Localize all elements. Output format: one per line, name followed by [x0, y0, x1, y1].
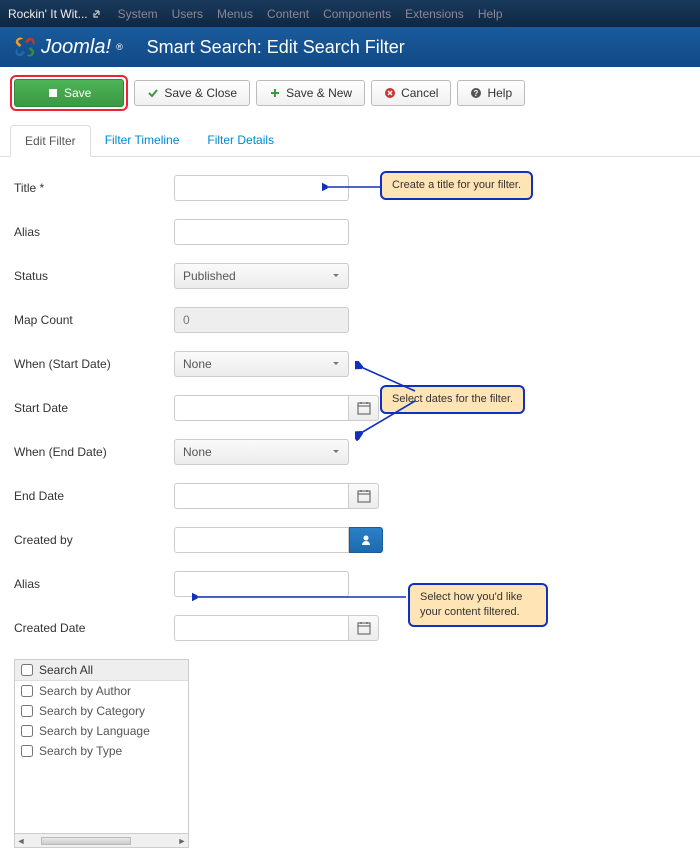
- tab-filter-timeline[interactable]: Filter Timeline: [91, 125, 194, 156]
- user-icon: [359, 533, 373, 547]
- save-button[interactable]: Save: [14, 79, 124, 107]
- menu-components[interactable]: Components: [323, 7, 391, 21]
- calendar-icon: [357, 621, 371, 635]
- filter-tree[interactable]: Search All Search by Author Search by Ca…: [14, 659, 189, 848]
- when-start-select[interactable]: None: [174, 351, 349, 377]
- language-checkbox[interactable]: [21, 725, 33, 737]
- select-user-button[interactable]: [349, 527, 383, 553]
- filter-by-language[interactable]: Search by Language: [15, 721, 188, 741]
- title-label: Title *: [14, 181, 174, 195]
- svg-text:?: ?: [474, 89, 479, 98]
- created-by-label: Created by: [14, 533, 174, 547]
- save-new-button[interactable]: Save & New: [256, 80, 365, 106]
- site-name[interactable]: Rockin' It Wit...: [8, 7, 104, 21]
- alias-label: Alias: [14, 225, 174, 239]
- start-date-label: Start Date: [14, 401, 174, 415]
- start-date-input[interactable]: [174, 395, 349, 421]
- joomla-logo-icon: [14, 36, 36, 58]
- chevron-down-icon: [332, 360, 340, 368]
- callout-title: Create a title for your filter.: [380, 171, 533, 200]
- page-title: Smart Search: Edit Search Filter: [147, 37, 405, 58]
- save-close-button[interactable]: Save & Close: [134, 80, 250, 106]
- plus-icon: [269, 87, 281, 99]
- created-by-input: [174, 527, 349, 553]
- help-button[interactable]: ? Help: [457, 80, 525, 106]
- edit-filter-form: Title * Alias Status Published Map Count…: [0, 157, 700, 858]
- map-count-input: [174, 307, 349, 333]
- content: Title * Alias Status Published Map Count…: [0, 157, 700, 858]
- cancel-button[interactable]: Cancel: [371, 80, 451, 106]
- tab-edit-filter[interactable]: Edit Filter: [10, 125, 91, 157]
- created-date-label: Created Date: [14, 621, 174, 635]
- created-date-input[interactable]: [174, 615, 349, 641]
- admin-topbar: Rockin' It Wit... System Users Menus Con…: [0, 0, 700, 27]
- page-header: Joomla!® Smart Search: Edit Search Filte…: [0, 27, 700, 67]
- chevron-down-icon: [332, 272, 340, 280]
- menu-help[interactable]: Help: [478, 7, 503, 21]
- menu-system[interactable]: System: [118, 7, 158, 21]
- menu-extensions[interactable]: Extensions: [405, 7, 464, 21]
- alias2-label: Alias: [14, 577, 174, 591]
- when-start-label: When (Start Date): [14, 357, 174, 371]
- filter-search-all[interactable]: Search All: [15, 660, 188, 681]
- external-link-icon: [92, 8, 104, 20]
- menu-menus[interactable]: Menus: [217, 7, 253, 21]
- logo-text: Joomla!: [41, 36, 111, 59]
- map-count-label: Map Count: [14, 313, 174, 327]
- calendar-icon: [357, 489, 371, 503]
- chevron-down-icon: [332, 448, 340, 456]
- status-select[interactable]: Published: [174, 263, 349, 289]
- help-icon: ?: [470, 87, 482, 99]
- when-end-select[interactable]: None: [174, 439, 349, 465]
- filter-by-category[interactable]: Search by Category: [15, 701, 188, 721]
- alias-input[interactable]: [174, 219, 349, 245]
- status-label: Status: [14, 269, 174, 283]
- callout-filter: Select how you'd like your content filte…: [408, 583, 548, 627]
- menu-content[interactable]: Content: [267, 7, 309, 21]
- joomla-logo: Joomla!®: [14, 36, 123, 59]
- author-checkbox[interactable]: [21, 685, 33, 697]
- tabs: Edit Filter Filter Timeline Filter Detai…: [0, 125, 700, 157]
- type-checkbox[interactable]: [21, 745, 33, 757]
- end-date-label: End Date: [14, 489, 174, 503]
- tab-filter-details[interactable]: Filter Details: [193, 125, 288, 156]
- cancel-icon: [384, 87, 396, 99]
- menu-users[interactable]: Users: [172, 7, 203, 21]
- filter-by-author[interactable]: Search by Author: [15, 681, 188, 701]
- check-icon: [147, 87, 159, 99]
- when-end-label: When (End Date): [14, 445, 174, 459]
- apply-icon: [47, 87, 59, 99]
- toolbar: Save Save & Close Save & New Cancel ? He…: [0, 67, 700, 119]
- created-date-calendar-button[interactable]: [349, 615, 379, 641]
- save-highlight: Save: [10, 75, 128, 111]
- category-checkbox[interactable]: [21, 705, 33, 717]
- filter-scrollbar[interactable]: ◄►: [15, 833, 188, 847]
- search-all-checkbox[interactable]: [21, 664, 33, 676]
- end-date-calendar-button[interactable]: [349, 483, 379, 509]
- end-date-input[interactable]: [174, 483, 349, 509]
- filter-by-type[interactable]: Search by Type: [15, 741, 188, 761]
